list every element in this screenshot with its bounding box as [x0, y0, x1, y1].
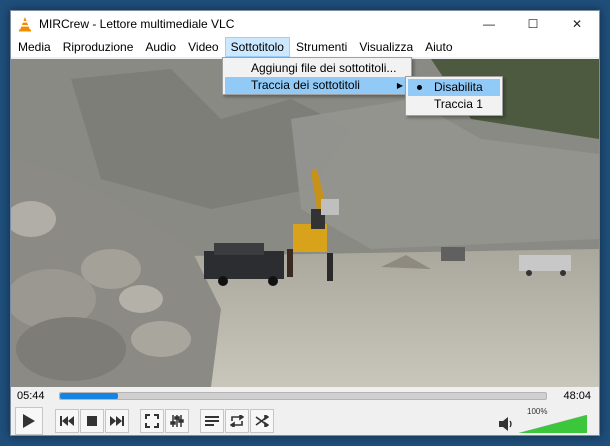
track-1-item[interactable]: Traccia 1 — [408, 96, 500, 113]
previous-button[interactable] — [55, 409, 79, 433]
menu-aiuto[interactable]: Aiuto — [419, 37, 458, 57]
menu-sottotitolo[interactable]: Sottotitolo — [224, 37, 290, 57]
selected-bullet-icon — [417, 85, 422, 90]
vlc-window: MIRCrew - Lettore multimediale VLC — ☐ ✕… — [10, 10, 600, 436]
playlist-icon — [205, 416, 219, 426]
subtitle-menu-dropdown: Aggiungi file dei sottotitoli... Traccia… — [222, 57, 412, 95]
menu-visualizza[interactable]: Visualizza — [353, 37, 419, 57]
menu-strumenti[interactable]: Strumenti — [290, 37, 353, 57]
maximize-button[interactable]: ☐ — [511, 11, 555, 37]
close-button[interactable]: ✕ — [555, 11, 599, 37]
menu-audio[interactable]: Audio — [139, 37, 182, 57]
menu-media[interactable]: Media — [12, 37, 57, 57]
playlist-button[interactable] — [200, 409, 224, 433]
submenu-arrow-icon: ▶ — [396, 81, 403, 90]
fullscreen-button[interactable] — [140, 409, 164, 433]
shuffle-icon — [255, 415, 269, 427]
loop-icon — [230, 415, 244, 427]
menu-video[interactable]: Video — [182, 37, 224, 57]
add-subtitle-file-item[interactable]: Aggiungi file dei sottotitoli... — [225, 60, 409, 77]
subtitle-track-item[interactable]: Traccia dei sottotitoli ▶ — [225, 77, 409, 94]
video-frame — [11, 59, 599, 387]
seek-row: 05:44 48:04 — [11, 387, 599, 405]
stop-button[interactable] — [80, 409, 104, 433]
next-icon — [110, 416, 124, 426]
stop-icon — [87, 416, 97, 426]
video-area[interactable] — [11, 59, 599, 387]
track-disable-label: Disabilita — [434, 80, 483, 94]
subtitle-track-submenu: Disabilita Traccia 1 — [405, 76, 503, 116]
maximize-icon: ☐ — [527, 17, 539, 31]
seek-progress — [60, 393, 119, 399]
total-time: 48:04 — [563, 390, 591, 402]
minimize-icon: — — [483, 17, 495, 31]
track-disable-item[interactable]: Disabilita — [408, 79, 500, 96]
shuffle-button[interactable] — [250, 409, 274, 433]
fullscreen-icon — [145, 414, 159, 428]
speaker-icon[interactable] — [499, 417, 515, 431]
vlc-cone-icon — [19, 17, 31, 32]
extended-settings-button[interactable] — [165, 409, 189, 433]
volume-slider[interactable] — [519, 415, 587, 433]
next-button[interactable] — [105, 409, 129, 433]
play-button[interactable] — [15, 407, 43, 435]
elapsed-time: 05:44 — [17, 390, 45, 402]
menu-bar: Media Riproduzione Audio Video Sottotito… — [11, 37, 599, 57]
previous-icon — [60, 416, 74, 426]
loop-button[interactable] — [225, 409, 249, 433]
title-bar[interactable]: MIRCrew - Lettore multimediale VLC — ☐ ✕ — [11, 11, 599, 37]
extended-settings-icon — [170, 415, 184, 427]
window-title: MIRCrew - Lettore multimediale VLC — [39, 17, 235, 31]
subtitle-track-label: Traccia dei sottotitoli — [251, 78, 360, 92]
seek-slider[interactable] — [59, 392, 547, 400]
add-subtitle-file-label: Aggiungi file dei sottotitoli... — [251, 61, 397, 75]
minimize-button[interactable]: — — [467, 11, 511, 37]
track-1-label: Traccia 1 — [434, 97, 483, 111]
volume-control[interactable]: 100% — [499, 407, 589, 433]
play-icon — [23, 414, 35, 428]
menu-riproduzione[interactable]: Riproduzione — [57, 37, 140, 57]
close-icon: ✕ — [571, 17, 583, 31]
